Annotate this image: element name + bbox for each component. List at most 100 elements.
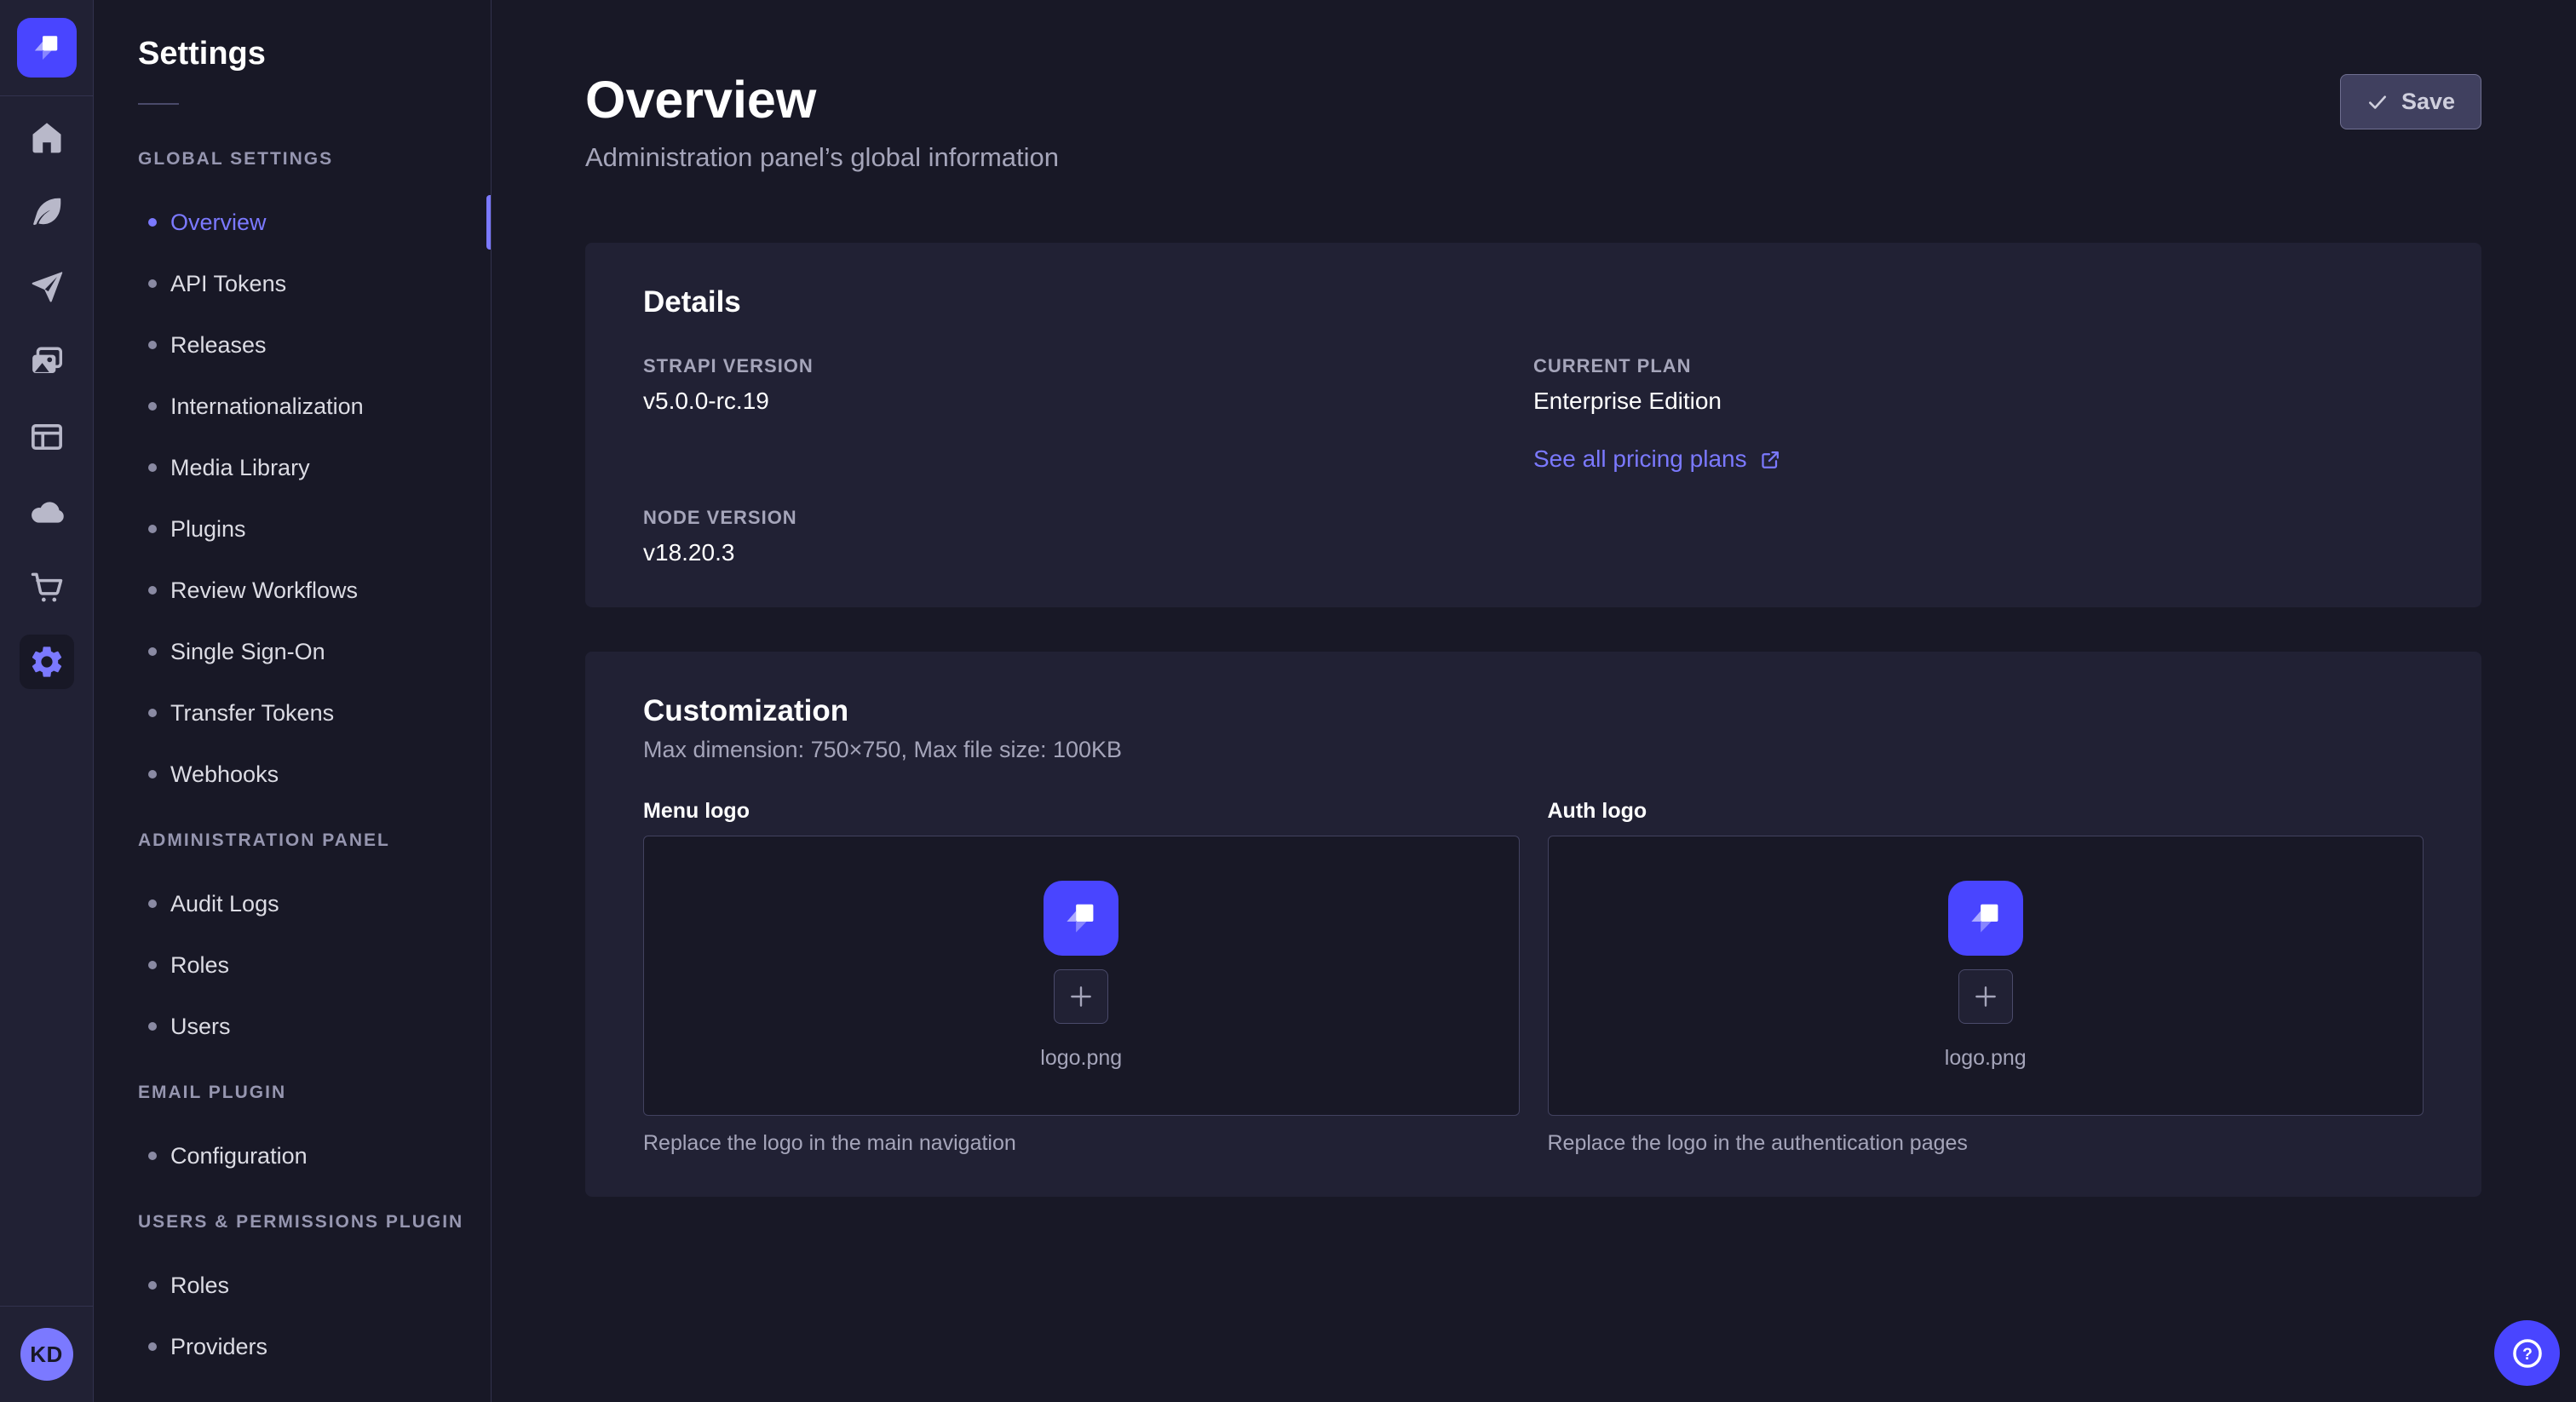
cloud-icon[interactable] bbox=[26, 491, 67, 532]
nav-section-header: USERS & PERMISSIONS PLUGIN bbox=[94, 1212, 491, 1232]
sidebar-item-label: Providers bbox=[170, 1334, 267, 1360]
upload-label: Auth logo bbox=[1548, 799, 2424, 824]
add-logo-button[interactable] bbox=[1054, 969, 1108, 1024]
sidebar-item-label: Internationalization bbox=[170, 394, 364, 420]
pricing-plans-link-label: See all pricing plans bbox=[1533, 445, 1747, 473]
settings-subnav: Settings GLOBAL SETTINGS Overview API To… bbox=[94, 0, 492, 1402]
user-area: KD bbox=[0, 1306, 93, 1402]
field-value: Enterprise Edition bbox=[1533, 388, 2424, 415]
feather-icon[interactable] bbox=[26, 192, 67, 233]
sidebar-item-label: Roles bbox=[170, 1273, 229, 1299]
field-label: NODE VERSION bbox=[643, 507, 1533, 529]
upload-hint: Replace the logo in the authentication p… bbox=[1548, 1131, 2424, 1156]
help-button[interactable]: ? bbox=[2494, 1320, 2560, 1386]
sidebar-item-up-providers[interactable]: Providers bbox=[94, 1316, 491, 1377]
field-label: CURRENT PLAN bbox=[1533, 355, 2424, 377]
cart-icon[interactable] bbox=[26, 566, 67, 607]
bullet-icon bbox=[148, 341, 157, 349]
bullet-icon bbox=[148, 1152, 157, 1160]
sidebar-item-admin-users[interactable]: Users bbox=[94, 996, 491, 1057]
auth-logo-dropzone[interactable]: logo.png bbox=[1548, 836, 2424, 1116]
sidebar-item-releases[interactable]: Releases bbox=[94, 314, 491, 376]
bullet-icon bbox=[148, 402, 157, 411]
upload-hint: Replace the logo in the main navigation bbox=[643, 1131, 1520, 1156]
sidebar-item-label: Transfer Tokens bbox=[170, 700, 334, 727]
sidebar-item-up-roles[interactable]: Roles bbox=[94, 1255, 491, 1316]
paper-plane-icon[interactable] bbox=[26, 267, 67, 307]
sidebar-item-label: Releases bbox=[170, 332, 267, 359]
check-icon bbox=[2366, 91, 2389, 113]
upload-filename: logo.png bbox=[1945, 1046, 2027, 1071]
bullet-icon bbox=[148, 770, 157, 779]
bullet-icon bbox=[148, 899, 157, 908]
customization-card-subtitle: Max dimension: 750×750, Max file size: 1… bbox=[643, 737, 2424, 763]
customization-card: Customization Max dimension: 750×750, Ma… bbox=[585, 652, 2481, 1197]
save-button-label: Save bbox=[2401, 89, 2455, 115]
sidebar-item-label: Review Workflows bbox=[170, 577, 358, 604]
nav-section-header: EMAIL PLUGIN bbox=[94, 1083, 491, 1103]
nav-section-administration-panel: ADMINISTRATION PANEL Audit Logs Roles Us… bbox=[94, 830, 491, 1057]
details-right-column: CURRENT PLAN Enterprise Edition See all … bbox=[1533, 355, 2424, 566]
sidebar-item-audit-logs[interactable]: Audit Logs bbox=[94, 873, 491, 934]
bullet-icon bbox=[148, 1022, 157, 1031]
sidebar-item-internationalization[interactable]: Internationalization bbox=[94, 376, 491, 437]
sidebar-item-api-tokens[interactable]: API Tokens bbox=[94, 253, 491, 314]
strapi-version-field: STRAPI VERSION v5.0.0-rc.19 bbox=[643, 355, 1533, 415]
bullet-icon bbox=[148, 218, 157, 227]
page-header: Overview Administration panel’s global i… bbox=[585, 0, 2481, 173]
media-library-icon[interactable] bbox=[26, 342, 67, 382]
upload-filename: logo.png bbox=[1040, 1046, 1122, 1071]
auth-logo-upload: Auth logo logo.png bbox=[1548, 799, 2424, 1156]
question-mark-icon: ? bbox=[2510, 1336, 2545, 1371]
external-link-icon bbox=[1759, 448, 1782, 471]
pricing-plans-link[interactable]: See all pricing plans bbox=[1533, 445, 1782, 473]
menu-logo-dropzone[interactable]: logo.png bbox=[643, 836, 1520, 1116]
sidebar-item-admin-roles[interactable]: Roles bbox=[94, 934, 491, 996]
gear-icon[interactable] bbox=[20, 635, 74, 689]
strapi-admin-app: KD Settings GLOBAL SETTINGS Overview API… bbox=[0, 0, 2576, 1402]
bullet-icon bbox=[148, 961, 157, 969]
sidebar-item-label: Media Library bbox=[170, 455, 310, 481]
sidebar-item-email-configuration[interactable]: Configuration bbox=[94, 1125, 491, 1187]
bullet-icon bbox=[148, 279, 157, 288]
brand-area bbox=[0, 0, 93, 96]
icon-sidebar: KD bbox=[0, 0, 94, 1402]
strapi-logo-glyph bbox=[1058, 895, 1104, 941]
details-card-title: Details bbox=[643, 285, 2424, 319]
bullet-icon bbox=[148, 586, 157, 595]
layout-icon[interactable] bbox=[26, 417, 67, 457]
sidebar-item-label: API Tokens bbox=[170, 271, 286, 297]
bullet-icon bbox=[148, 1281, 157, 1290]
sidebar-item-label: Audit Logs bbox=[170, 891, 279, 917]
menu-logo-upload: Menu logo logo.png bbox=[643, 799, 1520, 1156]
subnav-divider bbox=[138, 103, 179, 105]
details-card: Details STRAPI VERSION v5.0.0-rc.19 NODE… bbox=[585, 243, 2481, 607]
nav-section-global-settings: GLOBAL SETTINGS Overview API Tokens Rele… bbox=[94, 149, 491, 805]
sidebar-item-overview[interactable]: Overview bbox=[94, 192, 491, 253]
bullet-icon bbox=[148, 525, 157, 533]
sidebar-item-label: Users bbox=[170, 1014, 231, 1040]
sidebar-item-plugins[interactable]: Plugins bbox=[94, 498, 491, 560]
sidebar-item-label: Configuration bbox=[170, 1143, 308, 1169]
sidebar-item-webhooks[interactable]: Webhooks bbox=[94, 744, 491, 805]
strapi-logo[interactable] bbox=[17, 18, 77, 78]
sidebar-item-single-sign-on[interactable]: Single Sign-On bbox=[94, 621, 491, 682]
sidebar-item-transfer-tokens[interactable]: Transfer Tokens bbox=[94, 682, 491, 744]
subnav-title: Settings bbox=[94, 36, 491, 72]
home-icon[interactable] bbox=[26, 117, 67, 158]
avatar[interactable]: KD bbox=[20, 1328, 73, 1381]
main-content: Overview Administration panel’s global i… bbox=[492, 0, 2576, 1402]
upload-label: Menu logo bbox=[643, 799, 1520, 824]
sidebar-item-label: Webhooks bbox=[170, 761, 279, 788]
nav-section-users-permissions-plugin: USERS & PERMISSIONS PLUGIN Roles Provide… bbox=[94, 1212, 491, 1377]
svg-text:?: ? bbox=[2522, 1346, 2533, 1364]
sidebar-item-review-workflows[interactable]: Review Workflows bbox=[94, 560, 491, 621]
save-button[interactable]: Save bbox=[2340, 74, 2481, 129]
bullet-icon bbox=[148, 463, 157, 472]
active-indicator bbox=[486, 195, 491, 250]
sidebar-item-label: Roles bbox=[170, 952, 229, 979]
sidebar-item-label: Overview bbox=[170, 210, 267, 236]
sidebar-item-media-library[interactable]: Media Library bbox=[94, 437, 491, 498]
nav-section-header: GLOBAL SETTINGS bbox=[94, 149, 491, 170]
add-logo-button[interactable] bbox=[1958, 969, 2013, 1024]
